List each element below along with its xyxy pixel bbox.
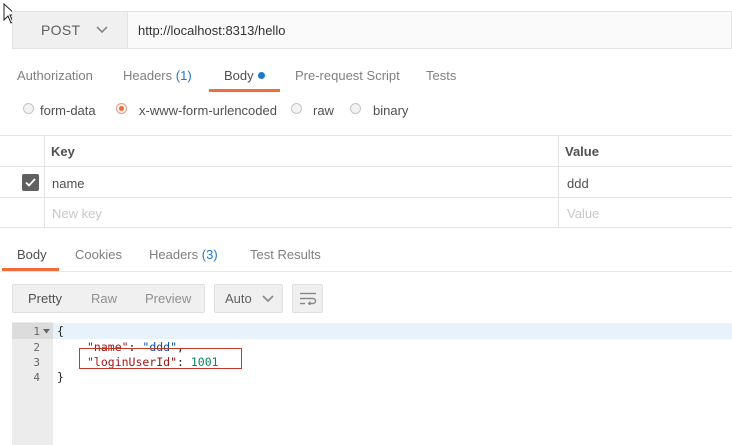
- tab-body[interactable]: Body: [224, 68, 265, 83]
- chevron-down-icon: [96, 26, 108, 34]
- code-line-4: }: [57, 370, 64, 384]
- view-pretty-button[interactable]: Pretty: [28, 291, 62, 306]
- line-number: 4: [33, 371, 40, 384]
- table-border: [0, 197, 732, 198]
- method-select[interactable]: POST: [12, 11, 128, 49]
- key-column-header: Key: [51, 144, 75, 159]
- fold-arrow-icon[interactable]: [43, 329, 50, 334]
- code-line-1: {: [57, 324, 64, 338]
- tab-tests[interactable]: Tests: [426, 68, 456, 83]
- response-tab-headers[interactable]: Headers (3): [149, 247, 218, 262]
- table-border: [0, 135, 732, 136]
- radio-form-data[interactable]: form-data: [23, 103, 96, 118]
- tab-pre-request-script[interactable]: Pre-request Script: [295, 68, 400, 83]
- table-divider: [44, 135, 45, 227]
- headers-count-badge: (1): [175, 68, 192, 83]
- wrap-lines-icon: [299, 292, 316, 305]
- response-tab-body[interactable]: Body: [17, 247, 47, 262]
- value-column-header: Value: [565, 144, 599, 159]
- tab-label: Pre-request Script: [295, 68, 400, 83]
- checkmark-icon: [25, 178, 36, 187]
- radio-raw[interactable]: raw: [291, 103, 334, 118]
- param-value-cell[interactable]: ddd: [567, 176, 589, 191]
- body-indicator-dot: [257, 72, 265, 79]
- tab-label: Authorization: [17, 68, 93, 83]
- tab-label: Tests: [426, 68, 457, 83]
- line-number: 1: [33, 325, 40, 338]
- line-number: 3: [33, 356, 40, 369]
- tab-headers[interactable]: Headers (1): [123, 68, 192, 83]
- radio-label: raw: [313, 103, 334, 118]
- url-input[interactable]: http://localhost:8313/hello: [128, 11, 732, 49]
- radio-label: x-www-form-urlencoded: [139, 103, 277, 118]
- view-preview-button[interactable]: Preview: [145, 291, 191, 306]
- radio-label: binary: [373, 103, 409, 118]
- chevron-down-icon: [262, 294, 274, 302]
- new-value-input[interactable]: Value: [567, 206, 599, 221]
- tab-label: Headers: [149, 247, 199, 262]
- radio-button[interactable]: [291, 103, 302, 114]
- tab-label: Headers: [123, 68, 173, 83]
- response-tab-cookies[interactable]: Cookies: [75, 247, 122, 262]
- tab-authorization[interactable]: Authorization: [17, 68, 93, 83]
- new-key-input[interactable]: New key: [52, 206, 102, 221]
- param-key-cell[interactable]: name: [52, 176, 85, 191]
- row-enabled-checkbox[interactable]: [22, 174, 39, 191]
- table-border: [0, 227, 732, 228]
- line-number: 2: [33, 341, 40, 354]
- active-line-highlight: [12, 323, 732, 339]
- url-text: http://localhost:8313/hello: [138, 22, 286, 38]
- format-select-value: Auto: [225, 291, 252, 306]
- wrap-lines-button[interactable]: [292, 284, 323, 313]
- radio-button[interactable]: [350, 103, 361, 114]
- table-divider: [558, 135, 559, 227]
- response-tabs-divider: [0, 271, 732, 272]
- headers-count-badge: (3): [201, 247, 218, 262]
- radio-binary[interactable]: binary: [350, 103, 408, 118]
- annotation-highlight-box: [79, 348, 242, 369]
- radio-button[interactable]: [116, 103, 127, 114]
- radio-button[interactable]: [23, 103, 34, 114]
- format-select[interactable]: Auto: [214, 284, 283, 313]
- radio-x-www-form-urlencoded[interactable]: x-www-form-urlencoded: [116, 103, 277, 118]
- table-border: [0, 166, 732, 167]
- response-tab-test-results[interactable]: Test Results: [250, 247, 321, 262]
- active-tab-underline: [209, 89, 280, 92]
- radio-label: form-data: [40, 103, 96, 118]
- method-label: POST: [41, 22, 81, 38]
- view-raw-button[interactable]: Raw: [91, 291, 117, 306]
- tab-label: Body: [224, 68, 254, 83]
